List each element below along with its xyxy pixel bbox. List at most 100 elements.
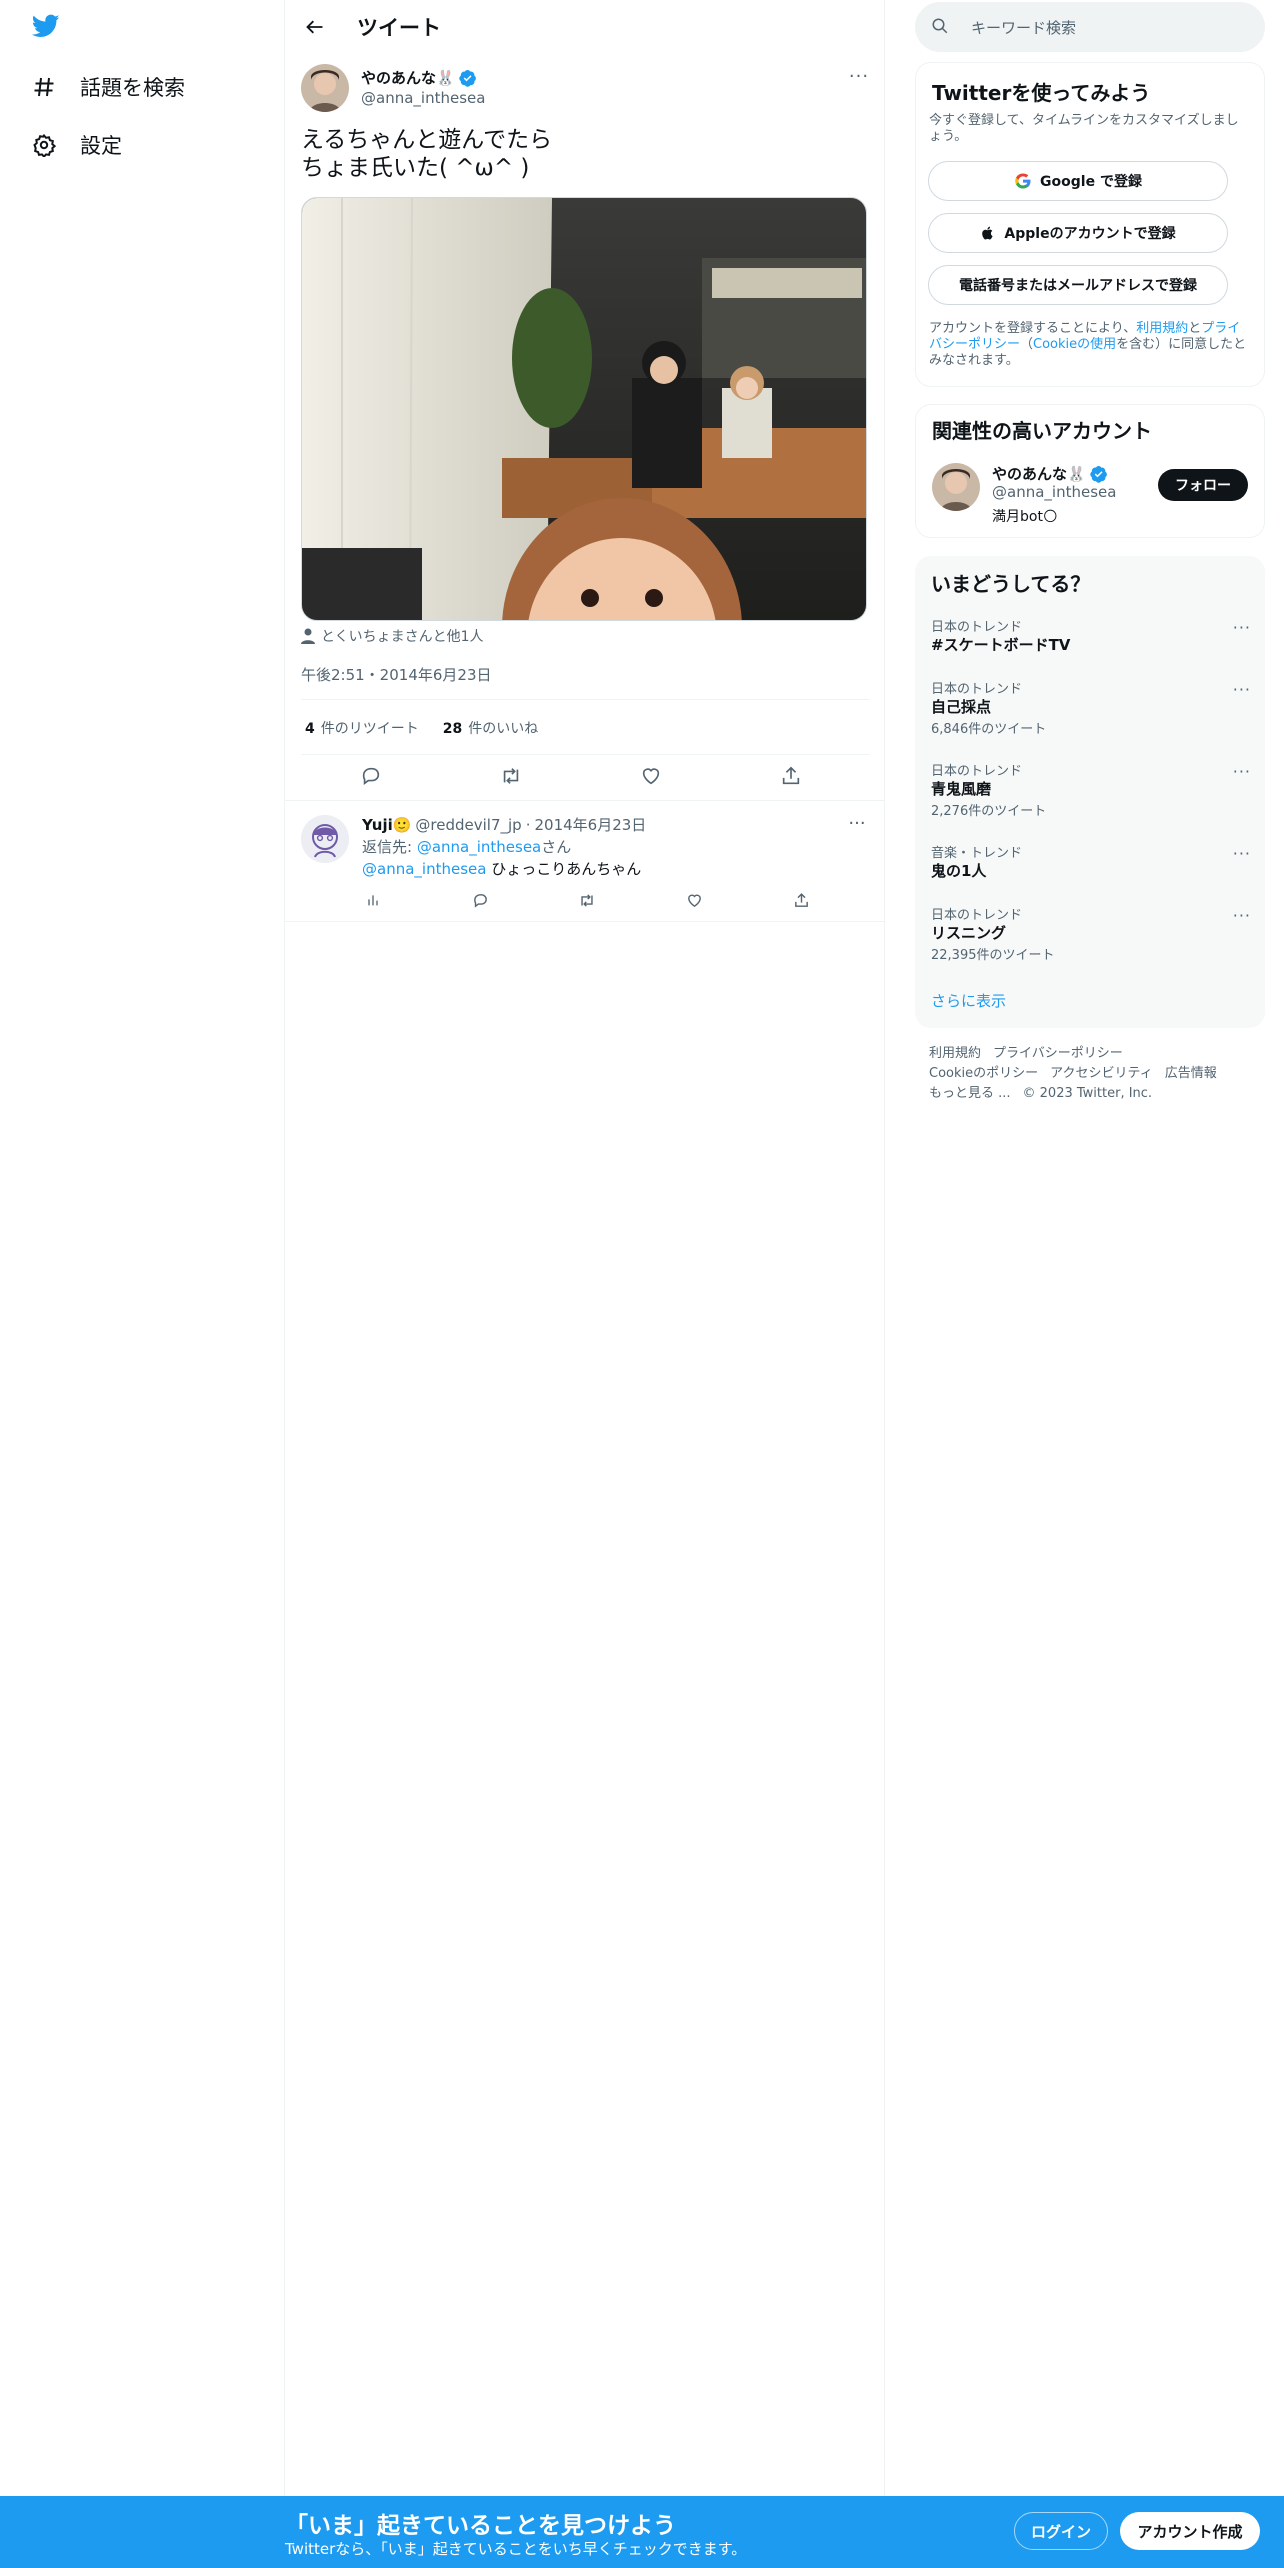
retweets-stat[interactable]: 4 件のリツイート — [305, 718, 419, 738]
main-column: ツイート やのあんな🐰 @anna_inthesea ··· えるちゃんと遊んで… — [285, 0, 885, 2568]
reply-to-handle-link[interactable]: @anna_inthesea — [417, 838, 541, 856]
terms-link[interactable]: 利用規約 — [1136, 321, 1188, 336]
nav-item-explore[interactable]: 話題を検索 — [30, 67, 185, 107]
tweet-photo[interactable] — [301, 197, 867, 621]
create-account-button[interactable]: アカウント作成 — [1120, 2512, 1260, 2550]
trend-context: 日本のトレンド — [931, 682, 1023, 697]
trend-item[interactable]: 日本のトレンド 青鬼風磨 2,276件のツイート ··· — [931, 760, 1251, 819]
reply-reply-button[interactable] — [469, 889, 491, 911]
reply-tweet[interactable]: Yuji🙂 @reddevil7_jp · 2014年6月23日 ··· 返信先… — [285, 800, 885, 922]
trend-more-button[interactable]: ··· — [1233, 844, 1251, 863]
reply-mention-link[interactable]: @anna_inthesea — [362, 860, 486, 878]
nav-item-settings[interactable]: 設定 — [30, 125, 122, 165]
follow-button[interactable]: フォロー — [1158, 469, 1248, 501]
nav-item-settings-label: 設定 — [80, 134, 122, 158]
footer-cookie-link[interactable]: Cookieのポリシー — [929, 1064, 1038, 1084]
reply-avatar[interactable] — [301, 815, 349, 863]
reply-retweet-button[interactable] — [576, 889, 598, 911]
search-bar[interactable]: キーワード検索 — [915, 2, 1265, 52]
search-input[interactable]: キーワード検索 — [971, 17, 1076, 38]
retweet-button[interactable] — [497, 762, 525, 790]
reply-more-button[interactable]: ··· — [845, 813, 869, 834]
reply-share-button[interactable] — [790, 889, 812, 911]
trend-count: 2,276件のツイート — [931, 804, 1047, 819]
reply-author-handle[interactable]: @reddevil7_jp — [415, 816, 521, 834]
trend-count: 6,846件のツイート — [931, 722, 1047, 737]
reply-date[interactable]: 2014年6月23日 — [535, 814, 647, 835]
reply-header: Yuji🙂 @reddevil7_jp · 2014年6月23日 — [362, 814, 646, 835]
retweet-icon — [503, 768, 519, 784]
tagged-users-text: とくいちょまさんと他1人 — [321, 629, 484, 645]
trend-item[interactable]: 日本のトレンド #スケートボードTV ··· — [931, 616, 1251, 668]
tagged-users[interactable]: とくいちょまさんと他1人 — [301, 626, 484, 646]
author-handle[interactable]: @anna_inthesea — [361, 89, 485, 107]
legal-prefix: アカウントを登録することにより、 — [929, 321, 1137, 336]
show-more-link[interactable]: さらに表示 — [931, 990, 1006, 1011]
legal-open: （ — [1020, 337, 1034, 352]
signup-legal-text: アカウントを登録することにより、利用規約とプライバシーポリシー（Cookieの使… — [929, 321, 1249, 369]
reply-analytics-button[interactable] — [362, 889, 384, 911]
hashtag-icon — [30, 73, 58, 101]
heart-icon — [642, 768, 660, 785]
tweet-timestamp[interactable]: 午後2:51・2014年6月23日 — [301, 664, 492, 685]
trend-more-button[interactable]: ··· — [1233, 906, 1251, 925]
google-signup-button[interactable]: Google で登録 — [928, 161, 1228, 201]
relevant-accounts-card: 関連性の高いアカウント やのあんな🐰 @anna_inthesea 満月bot🌕… — [915, 404, 1265, 538]
phone-email-signup-button[interactable]: 電話番号またはメールアドレスで登録 — [928, 265, 1228, 305]
relevant-avatar[interactable] — [932, 463, 980, 511]
reply-button[interactable] — [357, 762, 385, 790]
search-icon — [931, 17, 949, 39]
relevant-name[interactable]: やのあんな🐰 — [992, 463, 1108, 484]
trend-more-button[interactable]: ··· — [1233, 618, 1251, 637]
trend-context: 音楽・トレンド — [931, 846, 1023, 861]
like-button[interactable] — [637, 762, 665, 790]
google-icon — [1014, 172, 1032, 190]
reply-text: @anna_inthesea ひょっこりあんちゃん — [362, 858, 641, 879]
twitter-bird-icon[interactable] — [30, 12, 68, 50]
relevant-name-text: やのあんな🐰 — [992, 465, 1086, 483]
reply-actions — [362, 889, 832, 911]
footer-accessibility-link[interactable]: アクセシビリティ — [1050, 1064, 1153, 1084]
nav-item-explore-label: 話題を検索 — [80, 76, 185, 100]
trend-item[interactable]: 音楽・トレンド 鬼の1人 ··· — [931, 842, 1251, 894]
relevant-title: 関連性の高いアカウント — [932, 419, 1152, 443]
trend-more-button[interactable]: ··· — [1233, 762, 1251, 781]
trend-count: 22,395件のツイート — [931, 948, 1055, 963]
banner-title: 「いま」起きていることを見つけよう — [285, 2513, 676, 2539]
footer-terms-link[interactable]: 利用規約 — [929, 1044, 981, 1064]
main-header: ツイート — [285, 0, 885, 53]
trend-item[interactable]: 日本のトレンド リスニング 22,395件のツイート ··· — [931, 904, 1251, 963]
author-name[interactable]: やのあんな🐰 — [361, 67, 477, 88]
gear-icon — [30, 131, 58, 159]
likes-label: 件のいいね — [468, 721, 539, 737]
trend-context: 日本のトレンド — [931, 908, 1023, 923]
share-icon — [794, 892, 808, 907]
apple-icon — [980, 224, 996, 242]
trend-more-button[interactable]: ··· — [1233, 680, 1251, 699]
reply-like-button[interactable] — [683, 889, 705, 911]
trends-card: いまどうしてる？ 日本のトレンド #スケートボードTV ··· 日本のトレンド … — [915, 556, 1265, 1028]
back-button[interactable] — [301, 13, 329, 41]
relevant-handle[interactable]: @anna_inthesea — [992, 483, 1116, 501]
trends-title: いまどうしてる？ — [931, 572, 1091, 596]
tweet-more-button[interactable]: ··· — [847, 66, 871, 87]
tweet-author: やのあんな🐰 @anna_inthesea ··· — [301, 64, 871, 114]
reply-author-name[interactable]: Yuji🙂 — [362, 816, 411, 834]
footer-ads-link[interactable]: 広告情報 — [1165, 1064, 1217, 1084]
author-avatar[interactable] — [301, 64, 349, 112]
left-navigation: 話題を検索 設定 — [0, 0, 285, 2568]
footer-more-link[interactable]: もっと見る ... — [929, 1084, 1011, 1104]
footer-privacy-link[interactable]: プライバシーポリシー — [993, 1044, 1123, 1064]
apple-signup-button[interactable]: Appleのアカウントで登録 — [928, 213, 1228, 253]
likes-stat[interactable]: 28 件のいいね — [443, 718, 538, 738]
relevant-bio: 満月bot🌕 — [992, 509, 1058, 525]
trend-name: #スケートボードTV — [931, 636, 1071, 654]
share-button[interactable] — [777, 762, 805, 790]
cookie-link[interactable]: Cookieの使用 — [1033, 337, 1116, 352]
banner-subtitle: Twitterなら、「いま」起きていることをいち早くチェックできます。 — [285, 2540, 747, 2558]
login-button[interactable]: ログイン — [1014, 2512, 1108, 2550]
likes-count: 28 — [442, 721, 463, 737]
google-signup-label: Google で登録 — [1040, 174, 1142, 190]
legal-and: と — [1188, 321, 1202, 336]
trend-item[interactable]: 日本のトレンド 自己採点 6,846件のツイート ··· — [931, 678, 1251, 737]
